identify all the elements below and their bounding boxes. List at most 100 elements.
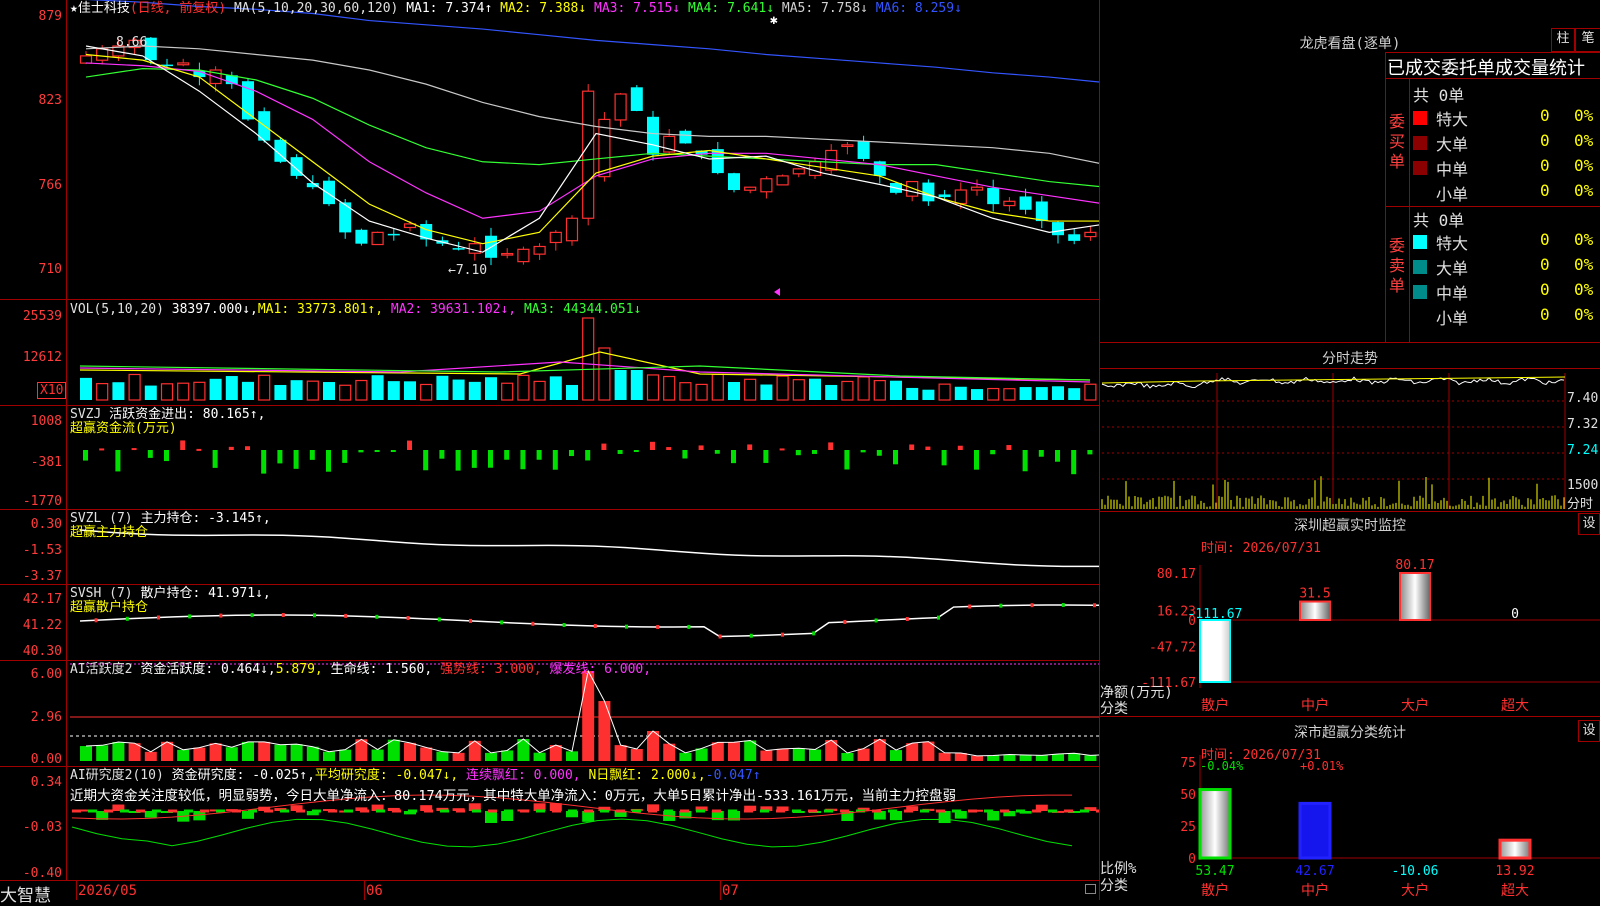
ma6-value: MA6: 8.259↓: [875, 1, 962, 16]
candle-up: [792, 168, 805, 175]
intraday-chart[interactable]: [0, 369, 1600, 509]
main-ytick-2: 766: [38, 178, 62, 193]
sell-total: 共 0单: [1413, 211, 1465, 230]
candle-up: [517, 248, 530, 263]
ma3-value: MA3: 7.515↓: [594, 1, 681, 16]
candle-up: [371, 231, 384, 246]
mon-bar-label-0: -111.67: [1188, 607, 1243, 622]
candle-up: [776, 175, 789, 186]
candle-up: [614, 93, 627, 121]
candlestick-chart[interactable]: ✱: [0, 0, 1099, 300]
stats-bar-0: [1198, 788, 1232, 860]
mon-bar-label-1: 31.5: [1299, 587, 1330, 602]
low-price-mark: ←7.10: [448, 263, 488, 278]
candle-down: [355, 229, 368, 244]
tick-view-button[interactable]: 笔: [1575, 28, 1600, 52]
sell-side-label: 委卖单: [1389, 236, 1406, 295]
candle-up: [808, 161, 822, 177]
ma5-value: MA5: 7.758↓: [781, 1, 868, 16]
buy-3-name: 小单: [1436, 185, 1469, 204]
ma2-value: MA2: 7.388↓: [500, 1, 587, 16]
candle-down: [1052, 222, 1064, 236]
candle-up: [96, 48, 109, 61]
candle-up: [841, 144, 854, 148]
stock-name[interactable]: 佳士科技: [78, 1, 130, 16]
stats-bar-1: [1298, 801, 1332, 860]
vol-ma1: MA1: 33773.801↑,: [257, 302, 384, 317]
mon-bar-label-3: 0: [1511, 607, 1519, 622]
stats-val-1: 42.67: [1295, 864, 1334, 879]
buy-0-swatch: [1413, 111, 1427, 125]
buy-2-swatch: [1413, 161, 1427, 175]
vol-label: VOL(5,10,20): [70, 302, 164, 317]
candle-down: [1068, 234, 1081, 241]
intraday-bottom-line: [1100, 511, 1600, 512]
vol-ma2: MA2: 39631.102↓,: [390, 302, 517, 317]
intra-ytick-3: 1500: [1567, 478, 1599, 493]
sell-1-count: 0: [1540, 255, 1550, 274]
stats-ytick-2: 25: [1180, 820, 1196, 835]
stats-xlabel: 分类: [1100, 878, 1128, 894]
stats-cat-3: 超大: [1501, 883, 1529, 899]
candle-up: [582, 90, 595, 219]
buy-1-swatch: [1413, 136, 1427, 150]
sell-2-count: 0: [1540, 280, 1550, 299]
buy-0-pct: 0%: [1574, 106, 1594, 125]
buy-total: 共 0单: [1413, 86, 1465, 105]
sell-0-swatch: [1413, 235, 1427, 249]
intra-unit: 分时: [1567, 497, 1594, 512]
candle-up: [565, 217, 579, 242]
dragon-header-line2: [1385, 78, 1600, 79]
stats-val-0: 53.47: [1195, 864, 1234, 879]
candle-down: [873, 161, 886, 176]
stats-top-label-1: +0.01%: [1300, 759, 1344, 773]
stats-ytick-1: 50: [1180, 788, 1196, 803]
main-ytick-3: 710: [38, 262, 62, 277]
buy-3-swatch: [1413, 186, 1427, 200]
candle-up: [1003, 200, 1016, 207]
sell-2-pct: 0%: [1574, 280, 1594, 299]
candle-up: [533, 245, 546, 255]
stats-val-2: -10.06: [1392, 864, 1439, 879]
mon-ytick-0: 80.17: [1157, 567, 1196, 582]
intra-ytick-1: 7.32: [1567, 417, 1599, 432]
candle-down: [339, 202, 352, 233]
monitor-bar-chart[interactable]: 80.1716.230-47.72-111.67-111.67散户31.5中户8…: [0, 520, 1600, 720]
main-ytick-0: 879: [38, 9, 62, 24]
sell-2-swatch: [1413, 285, 1427, 299]
sell-1-name: 大单: [1436, 259, 1469, 278]
vol-ytick-0: 25539: [22, 309, 62, 324]
stats-cat-1: 中户: [1301, 882, 1329, 899]
candle-down: [630, 87, 643, 111]
ma4-value: MA4: 7.641↓: [687, 1, 775, 16]
sell-2-name: 中单: [1436, 284, 1469, 303]
dragon-header: 已成交委托单成交量统计: [1387, 58, 1585, 79]
candle-up: [1084, 231, 1097, 238]
high-price-mark: 8.66: [116, 35, 148, 50]
sell-0-name: 特大: [1436, 234, 1469, 253]
buy-1-count: 0: [1540, 131, 1550, 150]
sell-3-swatch: [1413, 310, 1427, 324]
candle-up: [177, 62, 190, 66]
candle-up: [79, 55, 93, 64]
bar-view-button[interactable]: 柱: [1551, 28, 1575, 52]
candle-down: [679, 130, 692, 144]
candle-down: [323, 180, 335, 205]
stats-bar-chart[interactable]: 7550250-0.04%53.47散户+0.01%42.67中户-10.06大…: [0, 710, 1600, 900]
sell-3-count: 0: [1540, 305, 1550, 324]
sell-1-pct: 0%: [1574, 255, 1594, 274]
intra-ytick-2: 7.24: [1567, 443, 1599, 458]
candle-down: [387, 233, 400, 236]
mon-bar-label-2: 80.17: [1395, 558, 1434, 573]
mon-bar-2: [1399, 572, 1431, 621]
dragon-col-border: [1409, 78, 1410, 342]
buy-1-pct: 0%: [1574, 131, 1594, 150]
dragon-left-border: [1385, 52, 1386, 342]
buy-3-count: 0: [1540, 181, 1550, 200]
stats-ytick-0: 75: [1180, 756, 1196, 771]
mon-ytick-3: -47.72: [1149, 640, 1196, 655]
candle-down: [987, 187, 1000, 205]
sell-1-swatch: [1413, 260, 1427, 274]
buy-3-pct: 0%: [1574, 181, 1594, 200]
cursor-arrow-icon: [774, 288, 780, 296]
